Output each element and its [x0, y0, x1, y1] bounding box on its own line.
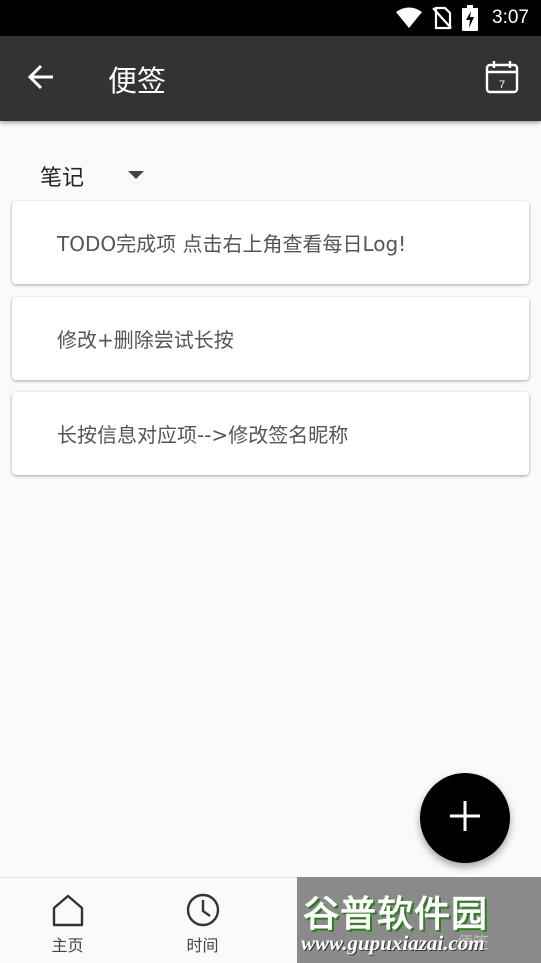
note-text: 长按信息对应项-->修改签名昵称: [57, 423, 349, 447]
note-card[interactable]: 修改+删除尝试长按: [12, 297, 529, 380]
arrow-back-icon: [26, 62, 56, 96]
nav-item-home[interactable]: 主页: [0, 878, 135, 963]
app-bar: 便签 7: [0, 36, 541, 121]
watermark-url: www.gupuxiazai.com: [301, 931, 485, 955]
note-text: TODO完成项 点击右上角查看每日Log!: [57, 232, 407, 256]
status-time: 3:07: [492, 7, 529, 28]
calendar-button[interactable]: 7: [483, 60, 521, 98]
battery-charging-icon: [462, 5, 479, 31]
page-title: 便签: [108, 64, 167, 98]
status-bar: 3:07: [0, 0, 541, 36]
wifi-icon: [396, 7, 423, 29]
calendar-day: 7: [499, 79, 505, 91]
watermark-brand: 谷普软件园: [303, 894, 489, 935]
calendar-icon: 7: [484, 59, 520, 99]
nav-item-time[interactable]: 时间: [135, 878, 270, 963]
chevron-down-icon: [128, 171, 144, 179]
watermark: 便签 谷普软件园 www.gupuxiazai.com: [297, 877, 541, 963]
note-text: 修改+删除尝试长按: [57, 328, 234, 352]
note-card[interactable]: 长按信息对应项-->修改签名昵称: [12, 392, 529, 475]
note-card[interactable]: TODO完成项 点击右上角查看每日Log!: [12, 201, 529, 284]
plus-icon: [448, 799, 482, 837]
no-sim-icon: [432, 6, 452, 30]
nav-label-home: 主页: [51, 936, 84, 955]
add-note-button[interactable]: [420, 773, 510, 863]
home-icon: [52, 894, 83, 927]
back-button[interactable]: [22, 60, 60, 98]
category-label: 笔记: [40, 166, 85, 191]
clock-icon: [186, 893, 219, 927]
nav-label-time: 时间: [186, 936, 219, 955]
category-dropdown[interactable]: 笔记: [40, 158, 144, 194]
